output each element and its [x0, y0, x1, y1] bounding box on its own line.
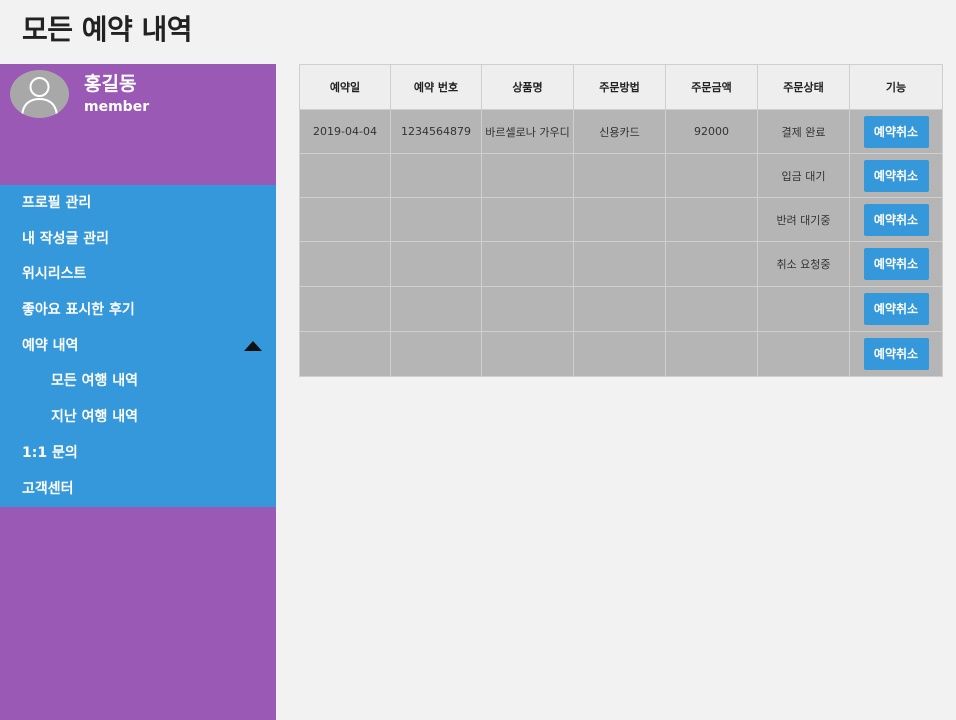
caret-up-icon [244, 341, 262, 351]
table-row: 취소 요청중 예약취소 [299, 241, 943, 287]
cell-date [299, 331, 391, 377]
sidebar-subitem-all-trips[interactable]: 모든 여행 내역 [0, 363, 276, 399]
cell-amount [665, 197, 758, 242]
cell-status: 결제 완료 [757, 109, 850, 154]
cell-status [757, 331, 850, 377]
cell-amount [665, 241, 758, 287]
cell-number [390, 153, 482, 198]
column-header-number: 예약 번호 [390, 64, 482, 110]
profile-name: 홍길동 [84, 73, 137, 95]
cell-date [299, 286, 391, 332]
profile-card: 홍길동 member [0, 64, 276, 185]
cell-status: 입금 대기 [757, 153, 850, 198]
sidebar-subitem-past-trips[interactable]: 지난 여행 내역 [0, 399, 277, 435]
page-title: 모든 예약 내역 [22, 13, 193, 46]
cell-date [299, 241, 391, 287]
cell-function: 예약취소 [849, 241, 943, 287]
table-row: 반려 대기중 예약취소 [299, 197, 943, 242]
sidebar-item-label: 예약 내역 [22, 338, 79, 354]
cell-number [390, 331, 482, 377]
cell-function: 예약취소 [849, 109, 943, 154]
table-row: 예약취소 [299, 331, 943, 377]
cell-function: 예약취소 [849, 331, 943, 377]
profile-role: member [84, 99, 150, 115]
sidebar-item-inquiry[interactable]: 1:1 문의 [0, 435, 276, 471]
table-header-row: 예약일 예약 번호 상품명 주문방법 주문금액 주문상태 기능 [299, 64, 943, 110]
sidebar-item-reservations[interactable]: 예약 내역 [0, 328, 276, 364]
column-header-method: 주문방법 [573, 64, 666, 110]
sidebar: 홍길동 member 프로필 관리 내 작성글 관리 위시리스트 좋아요 표시한… [0, 64, 276, 720]
cell-function: 예약취소 [849, 286, 943, 332]
cell-number [390, 286, 482, 332]
cell-date [299, 197, 391, 242]
sidebar-item-my-posts[interactable]: 내 작성글 관리 [0, 221, 276, 257]
cancel-reservation-button[interactable]: 예약취소 [863, 203, 929, 236]
cell-product [481, 241, 574, 287]
user-silhouette-icon [21, 77, 58, 118]
cell-method [573, 331, 666, 377]
avatar[interactable] [10, 70, 69, 118]
cell-amount [665, 153, 758, 198]
cell-method: 신용카드 [573, 109, 666, 154]
sidebar-item-profile[interactable]: 프로필 관리 [0, 185, 276, 221]
cancel-reservation-button[interactable]: 예약취소 [863, 338, 929, 370]
cell-product: 바르셀로나 가우디 [481, 109, 574, 154]
column-header-product: 상품명 [481, 64, 574, 110]
cell-amount: 92000 [665, 109, 758, 154]
cell-method [573, 153, 666, 198]
sidebar-item-liked-reviews[interactable]: 좋아요 표시한 후기 [0, 292, 276, 328]
cell-method [573, 197, 666, 242]
sidebar-item-customer-center[interactable]: 고객센터 [0, 471, 276, 507]
cell-status: 취소 요청중 [757, 241, 850, 287]
cell-number [390, 197, 482, 242]
column-header-function: 기능 [849, 64, 943, 110]
cell-product [481, 197, 574, 242]
cancel-reservation-button[interactable]: 예약취소 [863, 115, 929, 148]
column-header-date: 예약일 [299, 64, 391, 110]
cell-function: 예약취소 [849, 197, 943, 242]
column-header-status: 주문상태 [757, 64, 850, 110]
cell-method [573, 241, 666, 287]
cell-product [481, 331, 574, 377]
cell-status [757, 286, 850, 332]
cell-date [299, 153, 391, 198]
cancel-reservation-button[interactable]: 예약취소 [863, 293, 929, 325]
sidebar-menu: 프로필 관리 내 작성글 관리 위시리스트 좋아요 표시한 후기 예약 내역 모… [0, 185, 276, 507]
sidebar-item-wishlist[interactable]: 위시리스트 [0, 256, 276, 292]
cell-number [390, 241, 482, 287]
table-row: 2019-04-04 1234564879 바르셀로나 가우디 신용카드 920… [299, 109, 943, 154]
cancel-reservation-button[interactable]: 예약취소 [863, 159, 929, 192]
cell-date: 2019-04-04 [299, 109, 391, 154]
cell-product [481, 153, 574, 198]
table-row: 입금 대기 예약취소 [299, 153, 943, 198]
cell-amount [665, 331, 758, 377]
cell-amount [665, 286, 758, 332]
cell-status: 반려 대기중 [757, 197, 850, 242]
reservation-table: 예약일 예약 번호 상품명 주문방법 주문금액 주문상태 기능 2019-04-… [299, 64, 943, 377]
cell-number: 1234564879 [390, 109, 482, 154]
column-header-amount: 주문금액 [665, 64, 758, 110]
cell-method [573, 286, 666, 332]
table-row: 예약취소 [299, 286, 943, 332]
reservation-table-container: 예약일 예약 번호 상품명 주문방법 주문금액 주문상태 기능 2019-04-… [299, 64, 943, 377]
cell-product [481, 286, 574, 332]
cancel-reservation-button[interactable]: 예약취소 [863, 248, 929, 280]
cell-function: 예약취소 [849, 153, 943, 198]
